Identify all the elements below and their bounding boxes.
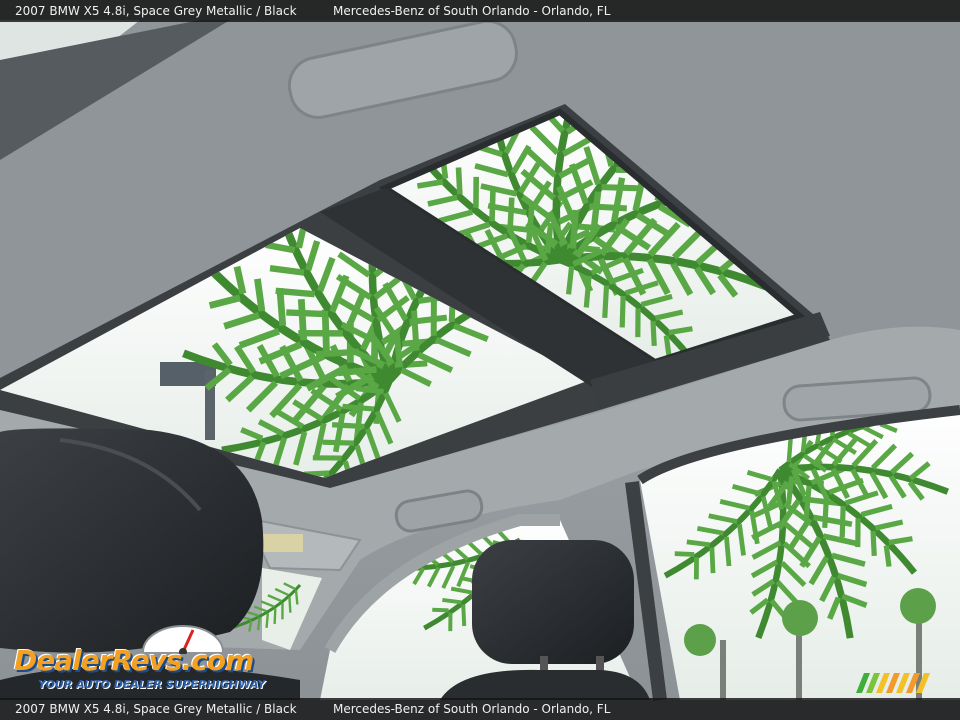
vehicle-caption-bottom: 2007 BMW X5 4.8i, Space Grey Metallic / … (15, 702, 297, 716)
dealerrevs-brand: DealerRevs.com (14, 644, 254, 677)
dealer-caption: Mercedes-Benz of South Orlando - Orlando… (333, 4, 611, 18)
sunroof-photo (0, 0, 960, 720)
dealer-caption-bottom: Mercedes-Benz of South Orlando - Orlando… (333, 702, 611, 716)
dealerrevs-watermark: DealerRevs.com YOUR AUTO DEALER SUPERHIG… (10, 624, 266, 696)
caption-bar-top: 2007 BMW X5 4.8i, Space Grey Metallic / … (0, 0, 960, 22)
stripe-logo-icon (856, 673, 930, 693)
caption-bar-bottom: 2007 BMW X5 4.8i, Space Grey Metallic / … (0, 698, 960, 720)
photo-frame: 2007 BMW X5 4.8i, Space Grey Metallic / … (0, 0, 960, 720)
vehicle-caption: 2007 BMW X5 4.8i, Space Grey Metallic / … (15, 4, 297, 18)
dealerrevs-tagline: YOUR AUTO DEALER SUPERHIGHWAY (38, 678, 266, 691)
